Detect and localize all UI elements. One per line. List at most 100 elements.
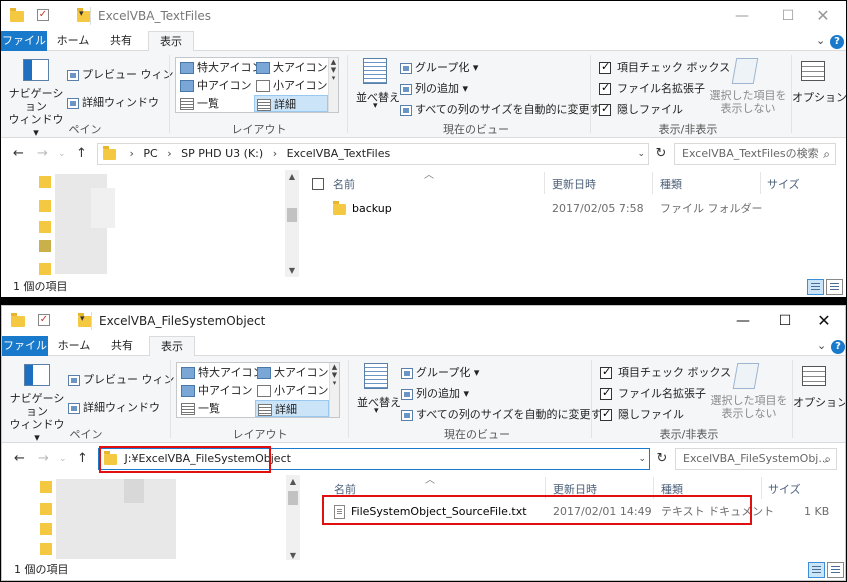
tab-view[interactable]: 表示 — [149, 336, 195, 357]
column-divider[interactable] — [652, 172, 653, 194]
layout-extra-large-icons[interactable]: 特大アイコン — [178, 59, 262, 76]
details-view-button[interactable] — [807, 279, 824, 295]
recent-locations-icon[interactable]: ⌄ — [58, 149, 66, 159]
chevron-down-icon[interactable]: ⌄ — [817, 339, 826, 352]
layout-gallery-scroll[interactable]: ▲ ▼ ▾ — [328, 58, 338, 112]
column-header-name[interactable]: 名前 — [333, 176, 355, 192]
search-input[interactable]: ExcelVBA_FileSystemObj... ⌕ — [675, 448, 837, 470]
file-row[interactable]: backup 2017/02/05 7:58 ファイル フォルダー — [300, 198, 846, 220]
column-divider[interactable] — [761, 477, 762, 499]
item-checkboxes-toggle[interactable]: 項目チェック ボックス — [599, 59, 730, 75]
add-columns-button[interactable]: 列の追加 ▾ — [400, 80, 468, 96]
add-columns-button[interactable]: 列の追加 ▾ — [401, 385, 469, 401]
chevron-down-icon[interactable]: ⌄ — [816, 34, 825, 47]
options-button[interactable]: オプション — [793, 394, 845, 410]
navigation-scrollbar[interactable]: ▲ ▼ — [286, 475, 300, 563]
properties-icon[interactable]: ✓ — [38, 314, 50, 326]
large-icons-view-button[interactable] — [827, 562, 844, 578]
fit-columns-button[interactable]: すべての列のサイズを自動的に変更する — [401, 406, 612, 422]
tab-share[interactable]: 共有 — [102, 336, 142, 356]
sort-button[interactable]: 並べ替え — [356, 89, 400, 105]
file-extensions-toggle[interactable]: ファイル名拡張子 — [599, 80, 705, 96]
back-arrow-icon[interactable]: ← — [13, 146, 24, 161]
close-button[interactable]: ✕ — [800, 1, 846, 31]
folder-icon[interactable] — [40, 523, 52, 535]
help-icon[interactable]: ? — [831, 339, 845, 354]
hidden-items-toggle[interactable]: 隠しファイル — [600, 406, 684, 422]
folder-icon[interactable] — [40, 543, 52, 555]
sort-dropdown-icon[interactable]: ▾ — [373, 101, 378, 111]
layout-details[interactable]: 詳細 — [255, 400, 329, 417]
up-arrow-icon[interactable]: ↑ — [77, 451, 88, 466]
navigation-scrollbar[interactable]: ▲ ▼ — [285, 170, 299, 278]
layout-gallery-scroll[interactable]: ▲ ▼ ▾ — [329, 363, 339, 417]
search-input[interactable]: ExcelVBA_TextFilesの検索 ⌕ — [674, 143, 836, 165]
hidden-items-toggle[interactable]: 隠しファイル — [599, 101, 683, 117]
navigation-pane-button[interactable]: ナビゲーション ウィンドウ▾ — [8, 392, 66, 444]
tab-home[interactable]: ホーム — [54, 336, 94, 356]
folder-icon[interactable] — [40, 481, 52, 493]
back-arrow-icon[interactable]: ← — [14, 451, 25, 466]
options-icon[interactable] — [801, 61, 825, 81]
fit-columns-button[interactable]: すべての列のサイズを自動的に変更する — [400, 101, 611, 117]
up-arrow-icon[interactable]: ↑ — [76, 146, 87, 161]
folder-icon[interactable] — [40, 503, 52, 515]
options-button[interactable]: オプション — [792, 89, 846, 105]
minimize-button[interactable]: — — [720, 306, 766, 336]
help-icon[interactable]: ? — [830, 34, 844, 49]
layout-list[interactable]: 一覧 — [178, 95, 219, 112]
breadcrumb-drive[interactable]: SP PHD U3 (K:) — [181, 147, 263, 160]
file-extensions-toggle[interactable]: ファイル名拡張子 — [600, 385, 706, 401]
search-icon[interactable]: ⌕ — [823, 144, 830, 164]
scroll-down-icon[interactable]: ▼ — [285, 266, 299, 275]
customize-quick-access-icon[interactable]: ▾ — [80, 314, 85, 330]
address-dropdown-icon[interactable]: ⌄ — [637, 144, 645, 164]
scroll-up-icon[interactable]: ▲ — [286, 477, 300, 486]
scroll-up-icon[interactable]: ▲ — [285, 172, 299, 181]
minimize-button[interactable]: — — [719, 1, 765, 31]
properties-icon[interactable]: ✓ — [37, 9, 49, 21]
scrollbar-thumb[interactable] — [287, 208, 297, 222]
folder-icon[interactable] — [39, 221, 51, 233]
close-button[interactable]: ✕ — [801, 306, 845, 336]
column-header-type[interactable]: 種類 — [660, 176, 682, 192]
column-divider[interactable] — [760, 172, 761, 194]
folder-icon[interactable] — [39, 200, 51, 212]
tab-file[interactable]: ファイル — [2, 336, 48, 356]
address-dropdown-icon[interactable]: ⌄ — [638, 449, 646, 469]
group-by-button[interactable]: グループ化 ▾ — [401, 364, 479, 380]
breadcrumb-folder[interactable]: ExcelVBA_TextFiles — [287, 147, 391, 160]
forward-arrow-icon[interactable]: → — [37, 146, 48, 161]
column-header-size[interactable]: サイズ — [767, 176, 800, 192]
folder-icon[interactable] — [39, 263, 51, 275]
sort-dropdown-icon[interactable]: ▾ — [374, 406, 379, 416]
layout-small-icons[interactable]: 小アイコン — [255, 382, 328, 399]
navigation-pane-button[interactable]: ナビゲーション ウィンドウ▾ — [7, 87, 65, 139]
refresh-icon[interactable]: ↻ — [652, 448, 672, 470]
search-icon[interactable]: ⌕ — [824, 449, 831, 469]
details-view-button[interactable] — [808, 562, 825, 578]
tab-file[interactable]: ファイル — [1, 31, 47, 51]
options-icon[interactable] — [802, 366, 826, 386]
large-icons-view-button[interactable] — [826, 279, 843, 295]
address-breadcrumb[interactable]: › PC › SP PHD U3 (K:) › ExcelVBA_TextFil… — [97, 143, 649, 165]
layout-large-icons[interactable]: 大アイコン — [255, 364, 328, 381]
shortcut-folder-icon[interactable] — [39, 240, 51, 252]
recent-locations-icon[interactable]: ⌄ — [59, 454, 67, 464]
layout-details[interactable]: 詳細 — [254, 95, 328, 112]
forward-arrow-icon[interactable]: → — [38, 451, 49, 466]
details-pane-button[interactable]: 詳細ウィンドウ — [68, 399, 160, 415]
tab-view[interactable]: 表示 — [148, 31, 194, 52]
column-header-date[interactable]: 更新日時 — [552, 176, 596, 192]
layout-small-icons[interactable]: 小アイコン — [254, 77, 327, 94]
sort-icon[interactable] — [364, 363, 388, 389]
tab-share[interactable]: 共有 — [101, 31, 141, 51]
scroll-down-icon[interactable]: ▼ — [286, 551, 300, 560]
customize-quick-access-icon[interactable]: ▾ — [79, 9, 84, 25]
item-checkboxes-toggle[interactable]: 項目チェック ボックス — [600, 364, 731, 380]
layout-large-icons[interactable]: 大アイコン — [254, 59, 327, 76]
column-divider[interactable] — [544, 172, 545, 194]
breadcrumb-pc[interactable]: PC — [143, 147, 157, 160]
select-all-checkbox[interactable] — [312, 178, 324, 190]
scrollbar-thumb[interactable] — [288, 491, 298, 505]
